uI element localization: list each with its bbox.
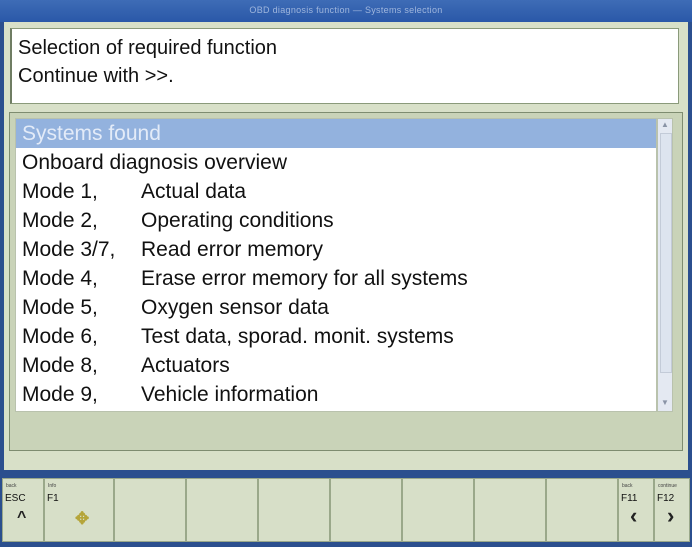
scroll-down-arrow-icon[interactable]: ▼ xyxy=(658,397,672,409)
f11-key-button[interactable]: back F11 ‹ xyxy=(618,478,654,542)
list-item-function: Actual data xyxy=(141,180,247,203)
settings-icon: ✥ xyxy=(75,509,90,528)
list-item-function: Vehicle information xyxy=(141,383,319,406)
list-item-mode-9[interactable]: Mode 9, Vehicle information xyxy=(16,380,656,409)
function-list-frame: Systems found Onboard diagnosis overview… xyxy=(9,112,683,451)
scroll-thumb[interactable] xyxy=(660,133,672,373)
window-title: OBD diagnosis function — Systems selecti… xyxy=(249,5,443,15)
list-item-mode-2[interactable]: Mode 2, Operating conditions xyxy=(16,206,656,235)
fkey-label: F1 xyxy=(47,493,59,504)
list-item-label: Onboard diagnosis overview xyxy=(22,151,287,174)
list-item-mode: Mode 4, xyxy=(22,267,98,290)
fkey-caption: Info xyxy=(48,483,57,489)
empty-key-button[interactable] xyxy=(546,478,618,542)
function-list[interactable]: Systems found Onboard diagnosis overview… xyxy=(15,118,657,412)
fkey-caption: back xyxy=(6,483,17,489)
f1-key-button[interactable]: Info F1 ✥ xyxy=(44,478,114,542)
function-key-bar: back ESC ^ Info F1 ✥ back F11 ‹ continue… xyxy=(0,470,692,547)
window-titlebar: OBD diagnosis function — Systems selecti… xyxy=(0,0,692,22)
list-item-function: Actuators xyxy=(141,354,230,377)
caret-up-icon: ^ xyxy=(17,509,27,526)
empty-key-button[interactable] xyxy=(402,478,474,542)
list-item-mode: Mode 3/7, xyxy=(22,238,116,261)
empty-key-button[interactable] xyxy=(186,478,258,542)
list-item-mode-1[interactable]: Mode 1, Actual data xyxy=(16,177,656,206)
main-window: Selection of required function Continue … xyxy=(4,22,688,470)
list-item-function: Erase error memory for all systems xyxy=(141,267,468,290)
list-item-mode: Mode 5, xyxy=(22,296,98,319)
list-item-function: Read error memory xyxy=(141,238,324,261)
message-box: Selection of required function Continue … xyxy=(10,28,679,104)
fkey-caption: continue xyxy=(658,483,677,489)
list-scrollbar[interactable]: ▲ ▼ xyxy=(657,118,673,412)
message-line-2: Continue with >>. xyxy=(18,65,174,87)
list-item-function: Operating conditions xyxy=(141,209,334,232)
list-item-function: Oxygen sensor data xyxy=(141,296,329,319)
list-item-mode-6[interactable]: Mode 6, Test data, sporad. monit. system… xyxy=(16,322,656,351)
empty-key-button[interactable] xyxy=(474,478,546,542)
empty-key-button[interactable] xyxy=(258,478,330,542)
f12-key-button[interactable]: continue F12 › xyxy=(654,478,690,542)
list-item-mode-5[interactable]: Mode 5, Oxygen sensor data xyxy=(16,293,656,322)
list-item-label: Systems found xyxy=(22,122,161,145)
chevron-right-icon: › xyxy=(667,503,675,528)
fkey-caption: back xyxy=(622,483,633,489)
list-item-mode-4[interactable]: Mode 4, Erase error memory for all syste… xyxy=(16,264,656,293)
message-line-1: Selection of required function xyxy=(18,37,278,59)
list-item-onboard-overview[interactable]: Onboard diagnosis overview xyxy=(16,148,656,177)
chevron-left-icon: ‹ xyxy=(630,503,638,528)
scroll-up-arrow-icon[interactable]: ▲ xyxy=(658,119,672,131)
list-item-mode: Mode 1, xyxy=(22,180,98,203)
empty-key-button[interactable] xyxy=(330,478,402,542)
list-item-systems-found[interactable]: Systems found xyxy=(16,119,656,148)
list-item-mode-8[interactable]: Mode 8, Actuators xyxy=(16,351,656,380)
list-item-mode: Mode 6, xyxy=(22,325,98,348)
esc-key-button[interactable]: back ESC ^ xyxy=(2,478,44,542)
empty-key-button[interactable] xyxy=(114,478,186,542)
list-item-mode-3-7[interactable]: Mode 3/7, Read error memory xyxy=(16,235,656,264)
list-item-mode: Mode 9, xyxy=(22,383,98,406)
list-item-mode: Mode 2, xyxy=(22,209,98,232)
list-item-mode: Mode 8, xyxy=(22,354,98,377)
list-item-function: Test data, sporad. monit. systems xyxy=(141,325,454,348)
fkey-label: ESC xyxy=(5,493,26,504)
